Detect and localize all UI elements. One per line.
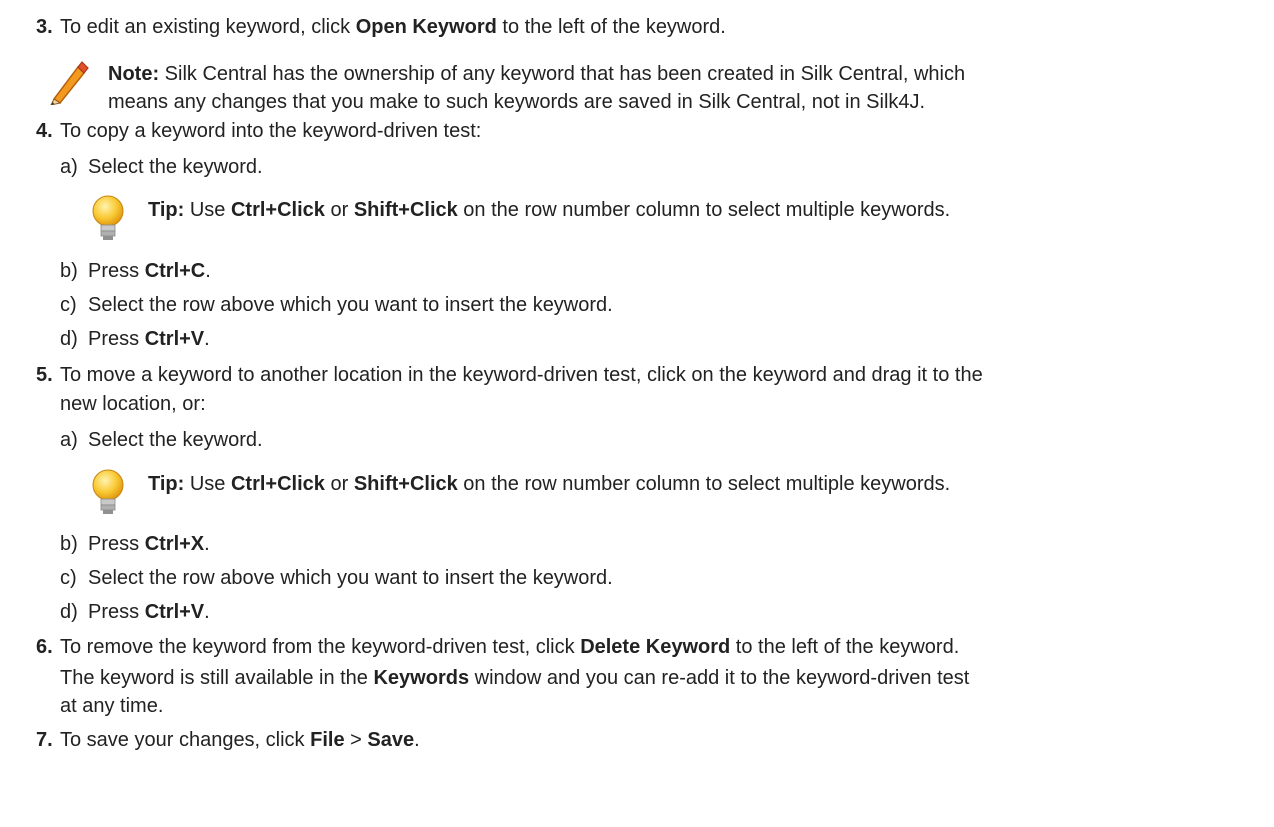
substep-text-part: .	[204, 533, 210, 555]
substep-marker: b)	[60, 533, 78, 555]
paragraph-line: The keyword is still available in the Ke…	[60, 666, 969, 690]
ui-term: Keywords	[373, 667, 470, 689]
paragraph-line: at any time.	[60, 695, 164, 717]
tip-text: or	[324, 473, 354, 495]
tip-text: Use	[184, 199, 231, 221]
step-number: 3.	[36, 16, 53, 38]
step-number: 5.	[36, 364, 53, 386]
lightbulb-icon	[92, 469, 124, 514]
step-text-part: to the left of the keyword.	[730, 636, 960, 658]
lightbulb-icon	[92, 195, 124, 240]
note-line: means any changes that you make to such …	[108, 90, 925, 114]
step-text: new location, or:	[60, 393, 206, 415]
substep-text-part: Press	[88, 601, 145, 623]
note-label: Note:	[108, 63, 160, 85]
ui-term: Shift+Click	[353, 473, 458, 495]
tip-text: Use	[184, 473, 231, 495]
tip-text: on the row number column to select multi…	[457, 199, 951, 221]
menu-term: File	[310, 729, 345, 751]
substep-text-part: Press	[88, 260, 145, 282]
step-text: To move a keyword to another location in…	[60, 364, 983, 386]
substep-marker: b)	[60, 260, 78, 282]
substep-text: Select the keyword.	[88, 429, 263, 451]
ui-term: Ctrl+Click	[230, 199, 325, 221]
step-text-part: To edit an existing keyword, click	[60, 16, 356, 38]
substep-text-part: Press	[88, 328, 145, 350]
step-number: 6.	[36, 636, 53, 658]
substep-marker: a)	[60, 429, 78, 451]
tip-text: or	[324, 199, 354, 221]
substep-marker: c)	[60, 294, 77, 316]
paragraph-text: The keyword is still available in the	[60, 667, 374, 689]
shortcut: Ctrl+V	[144, 601, 205, 623]
step-number: 4.	[36, 120, 53, 142]
substep-text: Select the keyword.	[88, 156, 263, 178]
substep-marker: d)	[60, 328, 78, 350]
step-text-part: To save your changes, click	[60, 729, 311, 751]
ui-term: Ctrl+Click	[230, 473, 325, 495]
ui-term: Delete Keyword	[580, 636, 731, 658]
shortcut: Ctrl+V	[144, 328, 205, 350]
step-text-part: To remove the keyword from the keyword-d…	[60, 636, 581, 658]
substep-text: Select the row above which you want to i…	[88, 567, 613, 589]
substep-marker: d)	[60, 601, 78, 623]
substep-text: Press Ctrl+X.	[88, 532, 210, 556]
step-text: To edit an existing keyword, click Open …	[60, 15, 726, 39]
tip-text: on the row number column to select multi…	[457, 473, 951, 495]
shortcut: Ctrl+C	[144, 260, 206, 282]
substep-marker: a)	[60, 156, 78, 178]
substep-text: Press Ctrl+C.	[88, 259, 211, 283]
menu-term: Save	[367, 729, 415, 751]
substep-text: Press Ctrl+V.	[88, 600, 210, 624]
substep-text-part: Press	[88, 533, 145, 555]
menu-separator: >	[344, 729, 368, 751]
step-text: To save your changes, click File > Save.	[60, 728, 420, 752]
step-text: To copy a keyword into the keyword-drive…	[60, 120, 482, 142]
tip-label: Tip:	[148, 473, 185, 495]
step-text: To remove the keyword from the keyword-d…	[60, 635, 959, 659]
substep-text-part: .	[204, 601, 210, 623]
pencil-icon	[50, 61, 89, 105]
tip-label: Tip:	[148, 199, 185, 221]
substep-text: Press Ctrl+V.	[88, 327, 210, 351]
ui-term: Shift+Click	[353, 199, 458, 221]
substep-marker: c)	[60, 567, 77, 589]
paragraph-text: window and you can re-add it to the keyw…	[469, 667, 970, 689]
tip-line: Tip: Use Ctrl+Click or Shift+Click on th…	[148, 198, 950, 222]
step-text-part: to the left of the keyword.	[496, 16, 726, 38]
tip-line: Tip: Use Ctrl+Click or Shift+Click on th…	[148, 472, 950, 496]
note-line: Note: Silk Central has the ownership of …	[108, 62, 965, 86]
step-text-part: .	[414, 729, 420, 751]
substep-text-part: .	[204, 328, 210, 350]
note-text: Silk Central has the ownership of any ke…	[159, 63, 966, 85]
ui-term: Open Keyword	[355, 16, 497, 38]
note-text: means any changes that you make to such …	[108, 91, 926, 113]
substep-text: Select the row above which you want to i…	[88, 294, 613, 316]
substep-text-part: .	[205, 260, 211, 282]
step-number: 7.	[36, 729, 53, 751]
shortcut: Ctrl+X	[144, 533, 205, 555]
